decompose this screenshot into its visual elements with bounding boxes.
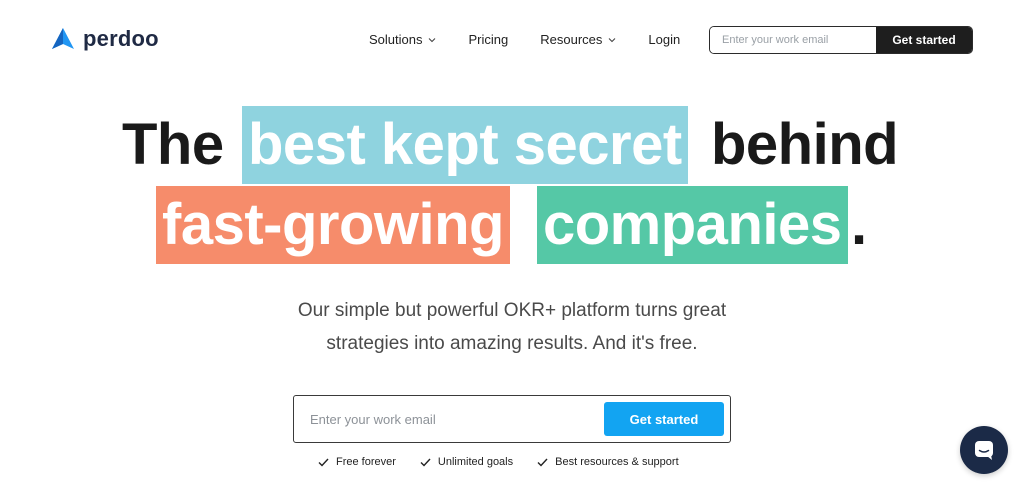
nav-pricing[interactable]: Pricing — [468, 31, 508, 49]
headline-word-behind: behind — [711, 112, 899, 177]
header-signup-form: Get started — [709, 26, 973, 54]
feature-label: Unlimited goals — [437, 456, 514, 468]
headline-period: . — [851, 192, 867, 257]
header-email-input[interactable] — [710, 27, 876, 53]
feature-item: Best resources & support — [537, 455, 679, 469]
main-nav: Solutions Pricing Resources Login — [369, 31, 680, 49]
hero-subtext: Our simple but powerful OKR+ platform tu… — [0, 294, 1024, 360]
chat-launcher-button[interactable] — [960, 426, 1008, 474]
check-icon — [537, 458, 548, 467]
brand-logo[interactable]: perdoo — [51, 27, 159, 51]
perdoo-logo-icon — [52, 28, 74, 49]
feature-label: Free forever — [336, 456, 396, 468]
nav-resources[interactable]: Resources — [540, 31, 616, 49]
nav-solutions[interactable]: Solutions — [369, 31, 436, 49]
nav-pricing-label: Pricing — [468, 32, 509, 47]
nav-login[interactable]: Login — [648, 31, 680, 49]
headline-line-1: The best kept secret behind — [0, 106, 1024, 184]
feature-list: Free forever Unlimited goals Best resour… — [318, 455, 679, 469]
feature-item: Unlimited goals — [420, 455, 513, 469]
nav-resources-label: Resources — [540, 32, 603, 47]
hero-signup-form: Get started — [293, 395, 731, 443]
header-get-started-button[interactable]: Get started — [876, 27, 972, 53]
headline-word-the: The — [122, 112, 224, 177]
hero-email-input[interactable] — [294, 396, 604, 442]
headline-line-2: fast-growing companies . — [0, 186, 1024, 264]
hero-get-started-button[interactable]: Get started — [604, 402, 724, 436]
nav-solutions-label: Solutions — [369, 32, 423, 47]
check-icon — [420, 458, 431, 467]
feature-item: Free forever — [318, 455, 396, 469]
chevron-down-icon — [608, 38, 616, 43]
check-icon — [318, 458, 329, 467]
chevron-down-icon — [429, 38, 436, 43]
site-header: perdoo Solutions Pricing Resources Login… — [0, 0, 1024, 80]
highlight-companies: companies — [537, 186, 848, 264]
nav-login-label: Login — [648, 32, 681, 47]
highlight-fast-growing: fast-growing — [156, 186, 510, 264]
feature-label: Best resources & support — [555, 456, 679, 468]
chat-bubble-icon — [975, 441, 993, 460]
brand-name: perdoo — [83, 26, 159, 51]
highlight-best-kept-secret: best kept secret — [242, 106, 688, 184]
hero-subtext-line-1: Our simple but powerful OKR+ platform tu… — [297, 300, 727, 321]
hero-subtext-line-2: strategies into amazing results. And it'… — [326, 333, 698, 354]
